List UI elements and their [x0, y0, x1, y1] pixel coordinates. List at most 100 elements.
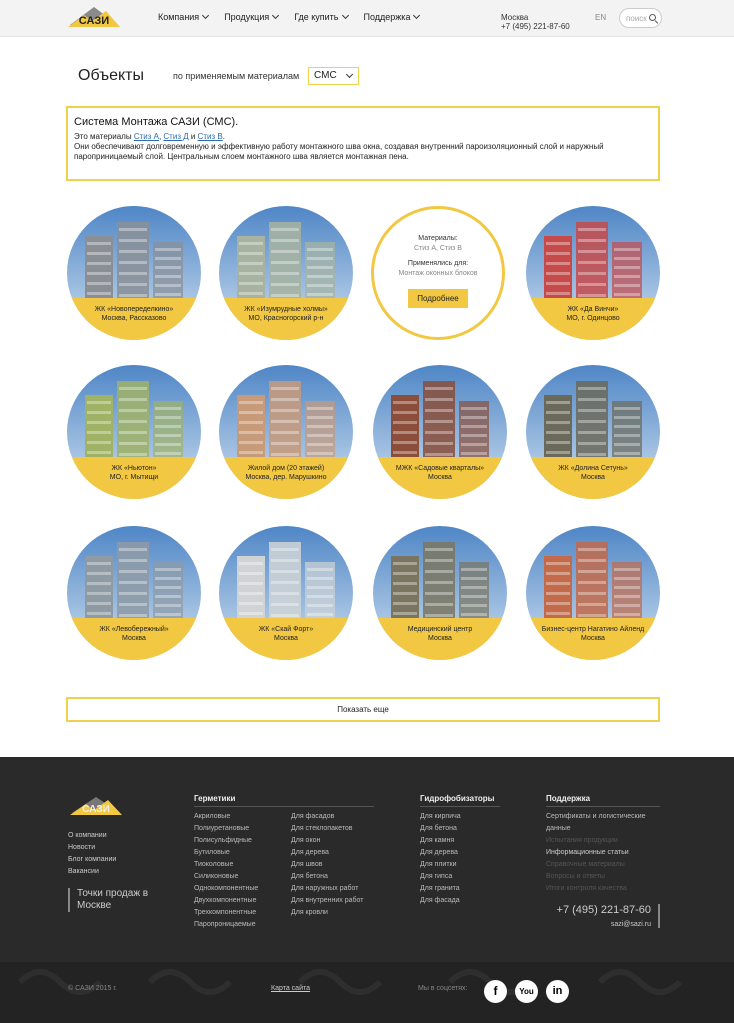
chevron-down-icon — [272, 11, 280, 20]
footer-email[interactable]: sazi@sazi.ru — [557, 921, 651, 928]
object-caption: ЖК «Изумрудные холмы» МО, Красногорский р… — [219, 298, 353, 340]
object-place: МО, г. Одинцово — [566, 315, 620, 322]
footer-list-link[interactable]: Для наружных работ — [291, 883, 363, 895]
footer-link-blog[interactable]: Блог компании — [68, 854, 116, 866]
object-card[interactable]: Бизнес-центр Нагатино Айленд Москва — [526, 526, 660, 660]
facebook-icon[interactable]: f — [484, 980, 507, 1003]
filter-value: СМС — [314, 70, 337, 81]
footer-list-link[interactable]: Для фасадов — [291, 811, 363, 823]
search-icon[interactable] — [649, 14, 656, 21]
footer-list-link[interactable]: Полиуретановые — [194, 823, 258, 835]
link-stiz-d[interactable]: Стиз Д — [163, 132, 188, 141]
nav-support[interactable]: Поддержка — [363, 11, 421, 22]
nav-products[interactable]: Продукция — [224, 11, 280, 22]
footer-list-link[interactable]: Двухкомпонентные — [194, 895, 258, 907]
search-placeholder: поиск — [626, 14, 647, 23]
footer-link-news[interactable]: Новости — [68, 842, 116, 854]
nav-company[interactable]: Компания — [158, 11, 210, 22]
language-switch[interactable]: EN — [595, 13, 606, 22]
footer-list-link[interactable]: Для швов — [291, 859, 363, 871]
footer-list-link[interactable]: Однокомпонентные — [194, 883, 258, 895]
search-input[interactable]: поиск — [619, 8, 662, 28]
germetiki-title[interactable]: Герметики — [194, 794, 374, 807]
object-card[interactable]: ЖК «Ньютон» МО, г. Мытищи — [67, 365, 201, 499]
footer-list-link[interactable]: Бутиловые — [194, 847, 258, 859]
object-place: МО, г. Мытищи — [109, 474, 159, 481]
object-card[interactable]: ЖК «Новопеределкино» Москва, Рассказово — [67, 206, 201, 340]
details-button[interactable]: Подробнее — [408, 289, 468, 308]
decorative-pattern — [17, 969, 683, 995]
nav-where-to-buy[interactable]: Где купить — [294, 11, 349, 22]
object-name: Жилой дом (20 этажей) — [247, 465, 325, 472]
object-card[interactable]: МЖК «Садовые кварталы» Москва — [373, 365, 507, 499]
show-more-button[interactable]: Показать еще — [66, 697, 660, 722]
footer-phone[interactable]: +7 (495) 221-87-60 — [557, 904, 651, 916]
object-card[interactable]: ЖК «Левобережный» Москва — [67, 526, 201, 660]
object-name: ЖК «Левобережный» — [99, 626, 169, 633]
footer-list-link[interactable]: Для гипса — [420, 871, 461, 883]
footer-list-link[interactable]: Для гранита — [420, 883, 461, 895]
object-name: ЖК «Скай Форт» — [258, 626, 314, 633]
footer-logo[interactable]: САЗИ — [68, 795, 124, 817]
info-description: Они обеспечивают долговременную и эффект… — [74, 142, 604, 161]
footer-list-link[interactable]: Для бетона — [420, 823, 461, 835]
info-suffix: . — [222, 132, 225, 141]
youtube-icon[interactable]: You — [515, 980, 538, 1003]
object-card[interactable]: ЖК «Изумрудные холмы» МО, Красногорский р… — [219, 206, 353, 340]
footer-list-link[interactable]: Для камня — [420, 835, 461, 847]
info-materials-line: Это материалы Стиз А, Стиз Д и Стиз В. — [74, 132, 652, 142]
sazi-logo[interactable]: САЗИ — [66, 5, 122, 29]
object-place: Москва — [581, 474, 605, 481]
city-phone[interactable]: Москва +7 (495) 221-87-60 — [501, 13, 570, 31]
footer-list-link[interactable]: Сертификаты и логистические данные — [546, 811, 661, 835]
footer-list-link[interactable]: Для дерева — [420, 847, 461, 859]
chevron-down-icon — [345, 70, 354, 79]
applied-value: Монтаж оконных блоков — [398, 270, 478, 277]
footer-list-link[interactable]: Силиконовые — [194, 871, 258, 883]
object-card[interactable]: ЖК «Долина Сетунь» Москва — [526, 365, 660, 499]
footer-bottom — [0, 962, 734, 1023]
main-nav: Компания Продукция Где купить Поддержка — [158, 11, 435, 22]
footer-list-link[interactable]: Информационные статьи — [546, 847, 661, 859]
link-stiz-a[interactable]: Стиз А — [134, 132, 159, 141]
footer-list-link[interactable]: Акриловые — [194, 811, 258, 823]
object-caption: ЖК «Левобережный» Москва — [67, 618, 201, 660]
footer-list-link[interactable]: Для внутренних работ — [291, 895, 363, 907]
sales-points-link[interactable]: Точки продаж в Москве — [68, 888, 158, 912]
footer-list-link[interactable]: Паропроницаемые — [194, 919, 258, 931]
object-card[interactable]: Медицинский центр Москва — [373, 526, 507, 660]
footer-list-link[interactable]: Вопросы и ответы — [546, 871, 661, 883]
svg-text:САЗИ: САЗИ — [79, 15, 110, 27]
footer-list-link[interactable]: Для стеклопакетов — [291, 823, 363, 835]
footer-list-link[interactable]: Для бетона — [291, 871, 363, 883]
footer-list-link[interactable]: Справочные материалы — [546, 859, 661, 871]
sitemap-link[interactable]: Карта сайта — [271, 985, 310, 992]
footer-list-link[interactable]: Полисульфидные — [194, 835, 258, 847]
object-card[interactable]: ЖК «Да Винчи» МО, г. Одинцово — [526, 206, 660, 340]
footer-link-vacancies[interactable]: Вакансии — [68, 866, 116, 878]
footer-list-link[interactable]: Для кровли — [291, 907, 363, 919]
footer-list-link[interactable]: Трехкомпонентные — [194, 907, 258, 919]
nav-where-label: Где купить — [294, 12, 339, 22]
footer-list-link[interactable]: Для окон — [291, 835, 363, 847]
linkedin-icon[interactable]: in — [546, 980, 569, 1003]
object-card[interactable]: Жилой дом (20 этажей) Москва, дер. Марушк… — [219, 365, 353, 499]
footer-list-link[interactable]: Итоги контроля качества — [546, 883, 661, 895]
footer-list-link[interactable]: Испытания продукции — [546, 835, 661, 847]
link-stiz-v[interactable]: Стиз В — [198, 132, 223, 141]
support-title[interactable]: Поддержка — [546, 794, 660, 807]
material-filter-select[interactable]: СМС — [308, 67, 359, 85]
filter-label: по применяемым материалам — [173, 71, 300, 81]
object-caption: Медицинский центр Москва — [373, 618, 507, 660]
footer-list-link[interactable]: Для дерева — [291, 847, 363, 859]
header-phone: +7 (495) 221-87-60 — [501, 22, 570, 31]
footer-link-about[interactable]: О компании — [68, 830, 116, 842]
footer-list-link[interactable]: Для кирпича — [420, 811, 461, 823]
nav-support-label: Поддержка — [363, 12, 411, 22]
info-prefix: Это материалы — [74, 132, 134, 141]
footer-list-link[interactable]: Тиоколовые — [194, 859, 258, 871]
object-card[interactable]: ЖК «Скай Форт» Москва — [219, 526, 353, 660]
footer-list-link[interactable]: Для плитки — [420, 859, 461, 871]
footer-list-link[interactable]: Для фасада — [420, 895, 461, 907]
hydro-title[interactable]: Гидрофобизаторы — [420, 794, 500, 807]
